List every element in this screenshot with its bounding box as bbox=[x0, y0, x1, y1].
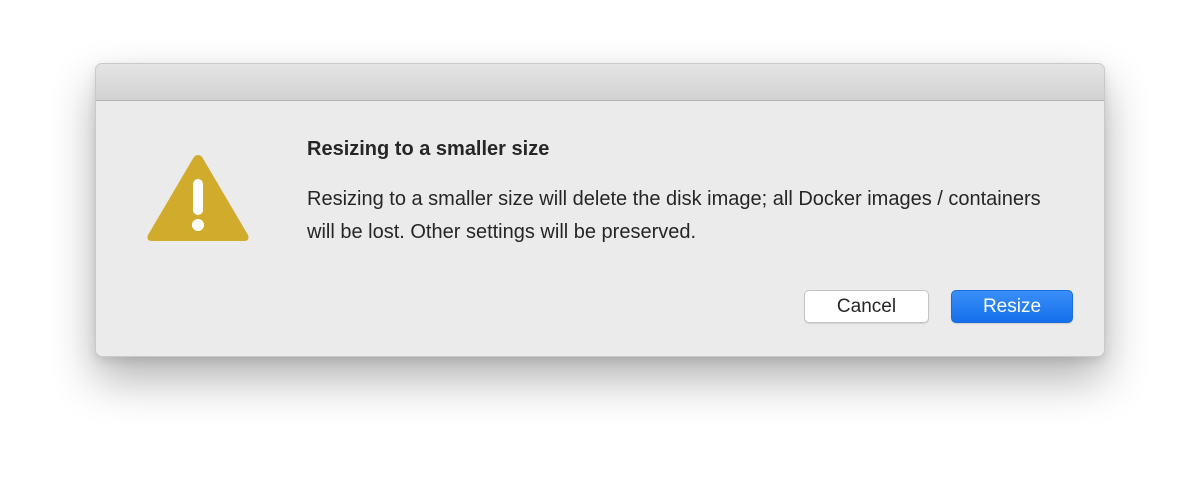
screen: Resizing to a smaller size Resizing to a… bbox=[0, 0, 1200, 483]
dialog-title: Resizing to a smaller size bbox=[307, 138, 550, 160]
cancel-button[interactable]: Cancel bbox=[804, 290, 929, 323]
dialog-titlebar[interactable] bbox=[96, 64, 1104, 101]
alert-dialog: Resizing to a smaller size Resizing to a… bbox=[95, 63, 1105, 357]
resize-button[interactable]: Resize bbox=[951, 290, 1073, 323]
dialog-message: Resizing to a smaller size will delete t… bbox=[307, 188, 1041, 243]
warning-icon bbox=[145, 152, 251, 244]
